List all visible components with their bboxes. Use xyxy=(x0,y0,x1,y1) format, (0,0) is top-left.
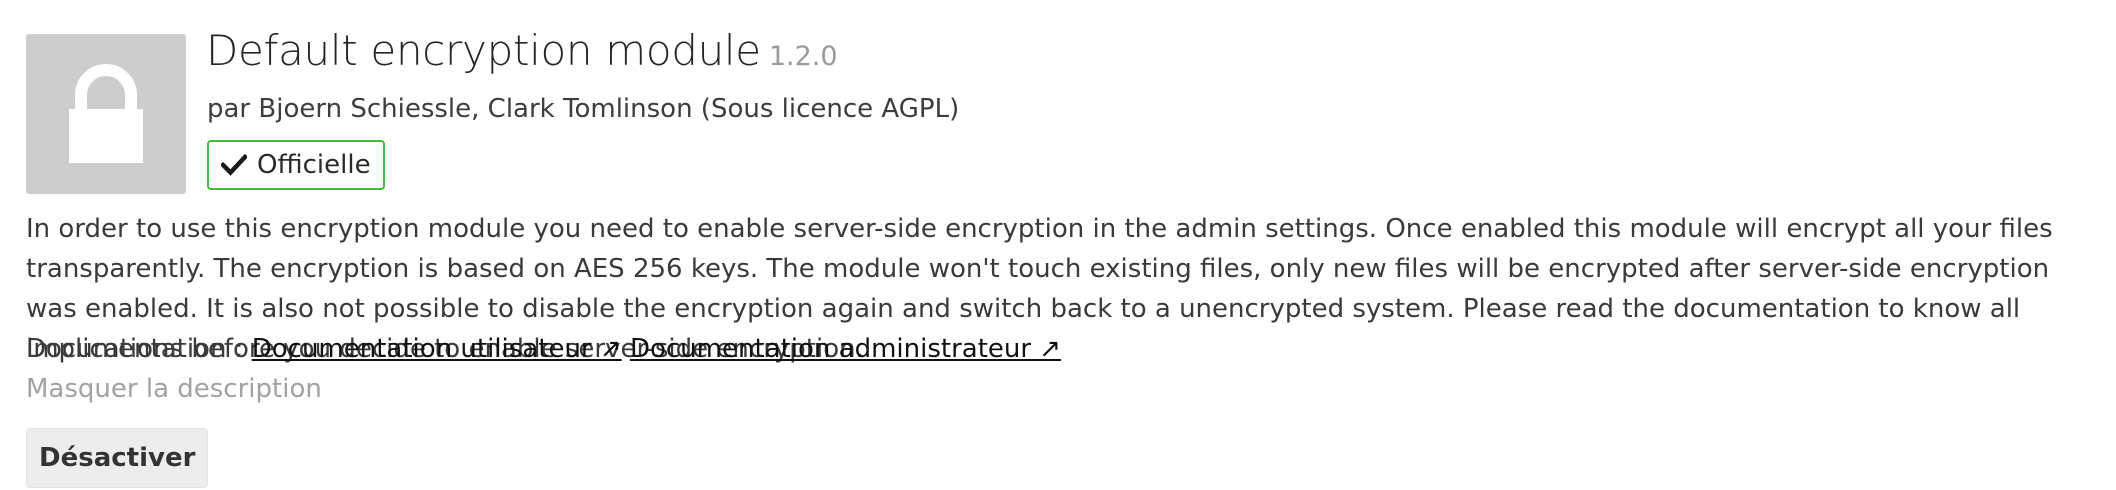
official-badge: Officielle xyxy=(207,140,385,190)
documentation-row: Documentation : Documentation utilisateu… xyxy=(26,329,1061,369)
app-authors: par Bjoern Schiessle, Clark Tomlinson (S… xyxy=(207,94,960,124)
user-documentation-link[interactable]: Documentation utilisateur ↗ xyxy=(252,334,622,364)
app-icon xyxy=(26,34,186,194)
hide-description-link[interactable]: Masquer la description xyxy=(26,369,322,409)
admin-documentation-link[interactable]: Documentation administrateur ↗ xyxy=(630,334,1061,364)
app-title: Default encryption module xyxy=(206,26,761,75)
app-version: 1.2.0 xyxy=(768,41,838,72)
app-title-row: Default encryption module 1.2.0 xyxy=(206,26,838,75)
disable-button[interactable]: Désactiver xyxy=(26,428,209,488)
badge-label: Officielle xyxy=(257,150,371,180)
check-icon xyxy=(221,154,247,176)
app-details-panel: Default encryption module 1.2.0 par Bjoe… xyxy=(0,0,2116,490)
lock-icon xyxy=(69,64,143,163)
documentation-label: Documentation : xyxy=(26,334,244,364)
